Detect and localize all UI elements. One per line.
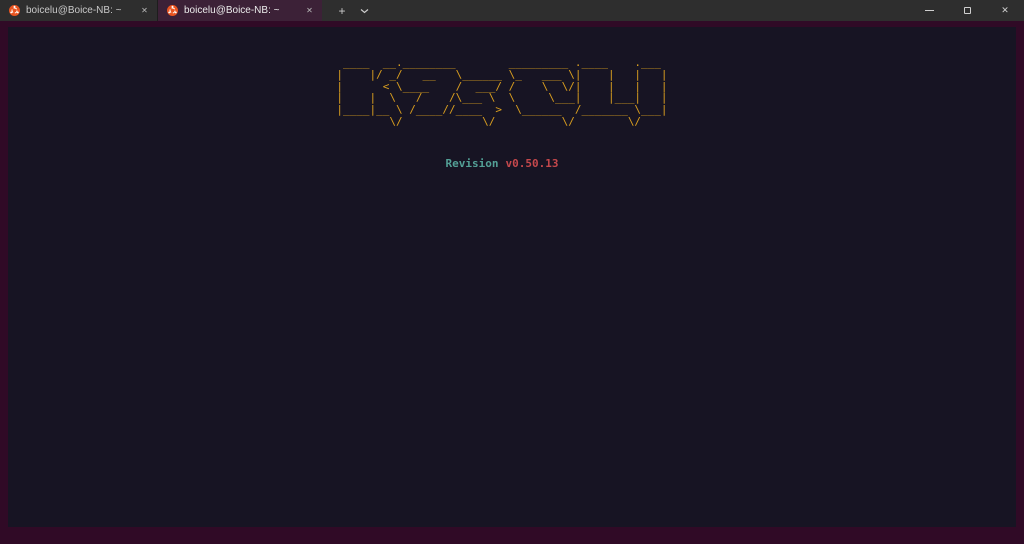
minimize-icon (924, 10, 934, 11)
tab-title: boicelu@Boice-NB: ~ (184, 5, 280, 16)
revision-line: Revision v0.50.13 (445, 156, 559, 170)
new-tab-button[interactable]: + (333, 0, 351, 21)
tab-terminal-1[interactable]: boicelu@Boice-NB: ~ ✕ (0, 0, 158, 21)
close-tab-icon[interactable]: ✕ (137, 3, 152, 18)
tab-terminal-2[interactable]: boicelu@Boice-NB: ~ ✕ (158, 0, 322, 21)
revision-label: Revision (445, 156, 499, 170)
chevron-down-icon (360, 8, 368, 13)
tab-title: boicelu@Boice-NB: ~ (26, 5, 122, 16)
terminal-window: boicelu@Boice-NB: ~ ✕ boicelu@Boice-NB: … (0, 0, 1024, 544)
tab-dropdown-button[interactable] (355, 0, 373, 21)
close-tab-icon[interactable]: ✕ (302, 3, 317, 18)
window-controls: ✕ (910, 0, 1024, 21)
k9s-ascii-logo: ____ __.________ _________ .____ .___ | … (336, 56, 668, 128)
revision-version: v0.50.13 (505, 156, 559, 170)
terminal-body: ____ __.________ _________ .____ .___ | … (0, 21, 1024, 544)
minimize-button[interactable] (910, 0, 948, 21)
close-window-button[interactable]: ✕ (986, 0, 1024, 21)
ubuntu-icon (9, 5, 20, 16)
title-bar: boicelu@Boice-NB: ~ ✕ boicelu@Boice-NB: … (0, 0, 1024, 21)
title-bar-drag-area (373, 0, 910, 21)
k9s-splash: ____ __.________ _________ .____ .___ | … (8, 27, 1006, 527)
maximize-button[interactable] (948, 0, 986, 21)
maximize-icon (963, 7, 971, 14)
terminal-screen[interactable]: ____ __.________ _________ .____ .___ | … (8, 27, 1016, 527)
ubuntu-icon (167, 5, 178, 16)
